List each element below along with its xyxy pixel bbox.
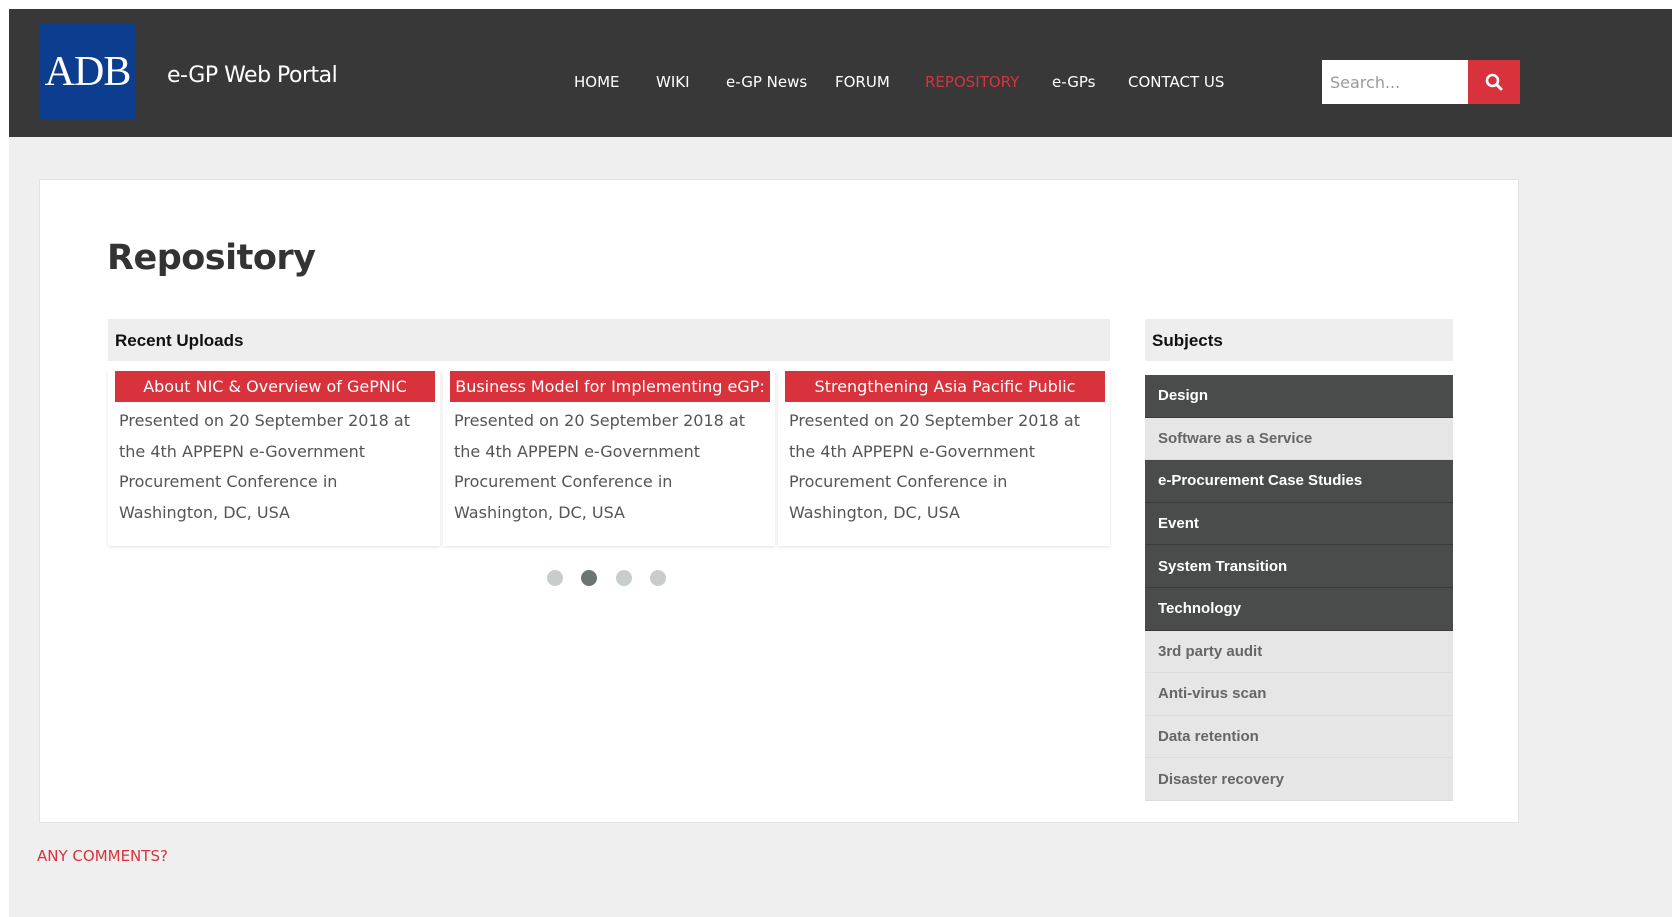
adb-logo[interactable]: ADB	[40, 24, 135, 120]
recent-uploads-carousel: About NIC & Overview of GePNIC Presented…	[108, 370, 1110, 546]
carousel-dot-4[interactable]	[650, 570, 666, 586]
subjects-list: Design Software as a Service e-Procureme…	[1145, 375, 1453, 801]
carousel-dot-1[interactable]	[547, 570, 563, 586]
nav-egps[interactable]: e-GPs	[1052, 73, 1095, 91]
subjects-heading: Subjects	[1152, 331, 1223, 350]
subject-e-procurement-case-studies[interactable]: e-Procurement Case Studies	[1145, 460, 1453, 503]
upload-description: Presented on 20 September 2018 at the 4t…	[789, 411, 1080, 522]
subjects-header: Subjects	[1145, 319, 1453, 361]
recent-uploads-heading: Recent Uploads	[115, 331, 244, 350]
upload-title-link[interactable]: About NIC & Overview of GePNIC	[115, 371, 435, 402]
subject-anti-virus-scan[interactable]: Anti-virus scan	[1145, 673, 1453, 716]
subject-system-transition[interactable]: System Transition	[1145, 545, 1453, 588]
subject-data-retention[interactable]: Data retention	[1145, 715, 1453, 759]
subject-software-as-a-service[interactable]: Software as a Service	[1145, 417, 1453, 461]
subject-3rd-party-audit[interactable]: 3rd party audit	[1145, 630, 1453, 674]
search-button[interactable]	[1468, 60, 1520, 104]
comments-heading: ANY COMMENTS?	[37, 847, 168, 865]
logo-text: ADB	[44, 49, 132, 95]
upload-card: Business Model for Implementing eGP: Pre…	[443, 370, 775, 546]
upload-description: Presented on 20 September 2018 at the 4t…	[119, 411, 410, 522]
subject-technology[interactable]: Technology	[1145, 587, 1453, 631]
upload-card: Strengthening Asia Pacific Public Presen…	[778, 370, 1110, 546]
upload-description: Presented on 20 September 2018 at the 4t…	[454, 411, 745, 522]
nav-contact-us[interactable]: CONTACT US	[1128, 73, 1224, 91]
carousel-dot-3[interactable]	[616, 570, 632, 586]
upload-card: About NIC & Overview of GePNIC Presented…	[108, 370, 440, 546]
subject-design[interactable]: Design	[1145, 375, 1453, 418]
search-icon	[1485, 73, 1503, 91]
carousel-dot-2[interactable]	[581, 570, 597, 586]
subject-disaster-recovery[interactable]: Disaster recovery	[1145, 758, 1453, 801]
nav-forum[interactable]: FORUM	[835, 73, 890, 91]
search-input[interactable]	[1322, 60, 1468, 104]
upload-title-link[interactable]: Business Model for Implementing eGP:	[450, 371, 770, 402]
page-shell: ADB e-GP Web Portal HOME WIKI e-GP News …	[9, 9, 1672, 917]
repository-card: Repository Recent Uploads About NIC & Ov…	[39, 179, 1519, 823]
nav-wiki[interactable]: WIKI	[656, 73, 690, 91]
site-title[interactable]: e-GP Web Portal	[167, 63, 338, 88]
recent-uploads-header: Recent Uploads	[108, 319, 1110, 361]
site-header: ADB e-GP Web Portal HOME WIKI e-GP News …	[9, 9, 1672, 137]
subject-event[interactable]: Event	[1145, 502, 1453, 546]
nav-repository[interactable]: REPOSITORY	[925, 73, 1019, 91]
nav-home[interactable]: HOME	[574, 73, 620, 91]
nav-egp-news[interactable]: e-GP News	[726, 73, 807, 91]
upload-title-link[interactable]: Strengthening Asia Pacific Public	[785, 371, 1105, 402]
page-title: Repository	[107, 238, 316, 278]
